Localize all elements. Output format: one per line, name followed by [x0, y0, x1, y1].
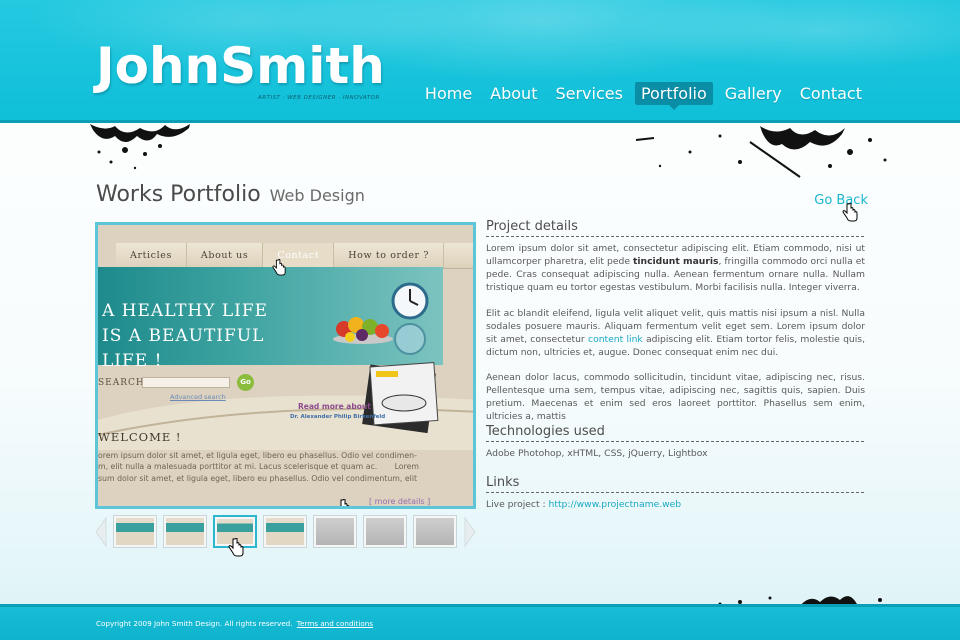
preview-banner: A HEALTHY LIFE IS A BEAUTIFUL LIFE ! — [98, 267, 443, 371]
preview-nav-articles: Articles — [116, 243, 187, 268]
preview-go-button: Go — [237, 374, 254, 391]
nav-gallery[interactable]: Gallery — [719, 82, 788, 105]
logo-tagline: ARTIST · WEB DESIGNER · INNOVATOR — [258, 95, 380, 101]
preview-nav-order: How to order ? — [334, 243, 445, 268]
links-heading: Links — [486, 475, 864, 493]
project-paragraph-3: Aenean dolor lacus, commodo sollicitudin… — [486, 372, 865, 422]
portfolio-preview-image[interactable]: Articles About us Contact How to order ?… — [95, 222, 476, 509]
preview-advanced-search: Advanced search — [170, 393, 226, 401]
page-title-main: Works Portfolio — [96, 182, 261, 207]
thumbnail-7-placeholder[interactable] — [413, 515, 457, 548]
live-project-link[interactable]: http://www.projectname.web — [549, 499, 682, 510]
preview-author: Dr. Alexander Philip Birkenfeld — [290, 414, 386, 420]
thumbnail-4[interactable] — [263, 515, 307, 548]
live-project-label: Live project : — [486, 499, 549, 510]
thumbnail-5-placeholder[interactable] — [313, 515, 357, 548]
thumbnail-2[interactable] — [163, 515, 207, 548]
preview-nav: Articles About us Contact How to order ? — [116, 243, 473, 269]
footer-copyright: Copyright 2009 John Smith Design. All ri… — [96, 619, 293, 628]
project-paragraph-1: Lorem ipsum dolor sit amet, consectetur … — [486, 243, 865, 295]
live-project-line: Live project : http://www.projectname.we… — [486, 499, 865, 512]
main-nav: Home About Services Portfolio Gallery Co… — [413, 82, 868, 110]
ink-splat-right-decoration — [635, 126, 887, 178]
hand-cursor-icon — [272, 259, 286, 276]
preview-more-details: [ more details ] — [369, 497, 431, 506]
preview-nav-about: About us — [187, 243, 264, 268]
thumbnail-prev-arrow-icon[interactable] — [95, 517, 107, 547]
magazine-car-image — [362, 362, 439, 434]
content-link[interactable]: content link — [588, 334, 643, 345]
project-paragraph-2: Elit ac blandit eleifend, ligula velit a… — [486, 308, 865, 360]
preview-welcome: WELCOME ! — [98, 430, 182, 444]
page-subtitle: Web Design — [269, 186, 365, 205]
preview-search-label: SEARCH — [98, 378, 145, 388]
technologies-heading: Technologies used — [486, 424, 864, 442]
site-logo[interactable]: JohnSmith — [96, 38, 385, 94]
thumbnail-strip — [95, 513, 476, 557]
site-header: JohnSmith ARTIST · WEB DESIGNER · INNOVA… — [0, 0, 960, 123]
preview-read-more: Read more about — [298, 402, 371, 411]
ink-splat-left-decoration — [90, 124, 190, 170]
footer-text: Copyright 2009 John Smith Design. All ri… — [96, 619, 373, 628]
preview-search-box — [142, 377, 230, 388]
thumbnail-next-arrow-icon[interactable] — [464, 517, 476, 547]
thumbnail-1[interactable] — [113, 515, 157, 548]
nav-portfolio[interactable]: Portfolio — [634, 82, 713, 110]
thumbnail-6-placeholder[interactable] — [363, 515, 407, 548]
page-title: Works Portfolio Web Design — [96, 182, 365, 207]
nav-services[interactable]: Services — [549, 82, 628, 105]
hand-cursor-icon — [340, 499, 350, 506]
nav-contact[interactable]: Contact — [794, 82, 868, 105]
project-details-heading: Project details — [486, 219, 864, 237]
project-p1-bold: tincidunt mauris — [633, 255, 719, 267]
nav-about[interactable]: About — [484, 82, 543, 105]
preview-banner-line2: IS A BEAUTIFUL LIFE ! — [102, 326, 265, 371]
technologies-text: Adobe Photohop, xHTML, CSS, jQuerry, Lig… — [486, 448, 708, 459]
terms-link[interactable]: Terms and conditions — [297, 619, 373, 628]
preview-banner-line1: A HEALTHY LIFE — [102, 301, 269, 321]
clock-icon — [391, 282, 429, 355]
nav-home[interactable]: Home — [419, 82, 478, 105]
preview-banner-text: A HEALTHY LIFE IS A BEAUTIFUL LIFE ! — [102, 299, 312, 374]
hand-cursor-icon — [228, 538, 244, 557]
site-footer: Copyright 2009 John Smith Design. All ri… — [0, 604, 960, 640]
fruit-bowl-icon — [333, 317, 393, 344]
preview-body-text: orem ipsum dolor sit amet, et ligula ege… — [98, 451, 419, 483]
